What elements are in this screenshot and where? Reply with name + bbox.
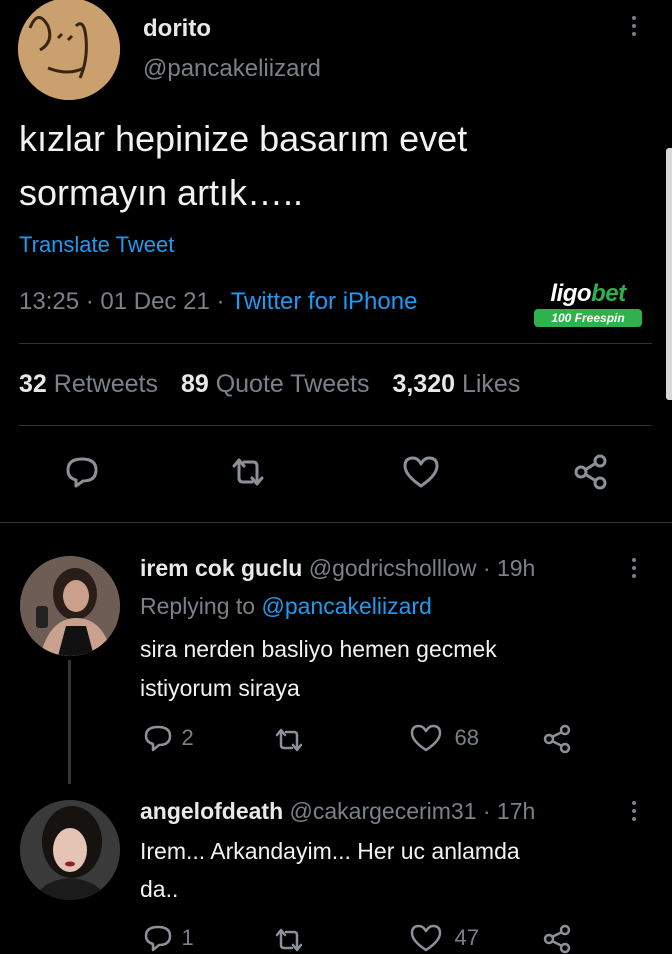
- retweet-icon[interactable]: [272, 726, 306, 754]
- watermark-brand-2: bet: [591, 280, 626, 307]
- divider-actions: [0, 522, 672, 523]
- reply-handle-time[interactable]: @cakargecerim31 · 17h: [290, 798, 536, 824]
- replying-to-handle[interactable]: @pancakeliizard: [261, 593, 431, 619]
- reply-display-name[interactable]: angelofdeath: [140, 798, 283, 824]
- scrollbar[interactable]: [666, 148, 672, 400]
- reply-display-name[interactable]: irem cok guclu: [140, 555, 302, 581]
- reply-header: irem cok guclu @godricsholllow · 19h: [140, 555, 535, 582]
- share-icon[interactable]: [573, 454, 609, 490]
- quotes-count: 89: [180, 370, 209, 398]
- like-icon[interactable]: [402, 455, 440, 489]
- quotes-label: Quote Tweets: [215, 370, 370, 398]
- tweet-stats: 32 Retweets 89 Quote Tweets 3,320 Likes: [19, 370, 520, 399]
- divider-stats: [19, 425, 652, 426]
- reply-icon[interactable]: [64, 455, 100, 489]
- reply-text-line-2: da..: [140, 876, 179, 902]
- reply-text-line-2: istiyorum siraya: [140, 675, 300, 701]
- reply-like-count: 68: [454, 725, 479, 750]
- share-icon[interactable]: [542, 924, 572, 954]
- reply-avatar[interactable]: [20, 800, 120, 900]
- reply-avatar-photo: [20, 800, 120, 900]
- more-icon[interactable]: [631, 558, 637, 582]
- translate-tweet-link[interactable]: Translate Tweet: [19, 232, 174, 258]
- reply-avatar-photo: [20, 556, 120, 656]
- replying-to: Replying to @pancakeliizard: [140, 593, 432, 620]
- share-icon[interactable]: [542, 724, 572, 754]
- tweet-text-line-1: kızlar hepinize basarım evet: [19, 118, 468, 159]
- reply-like-action[interactable]: 47: [410, 924, 479, 954]
- like-icon: [410, 724, 442, 752]
- reply-reply-count: 1: [181, 925, 194, 950]
- avatar-drawing: [18, 0, 120, 100]
- retweet-icon[interactable]: [228, 456, 268, 488]
- quotes-stat[interactable]: 89 Quote Tweets: [181, 370, 377, 398]
- retweets-count: 32: [19, 370, 47, 398]
- retweet-icon[interactable]: [272, 926, 306, 954]
- watermark-badge: 100 Freespin: [534, 309, 642, 327]
- retweets-stat[interactable]: 32 Retweets: [19, 370, 165, 398]
- reply-handle-time[interactable]: @godricsholllow · 19h: [309, 555, 536, 581]
- reply-like-count: 47: [454, 925, 479, 950]
- like-icon: [410, 924, 442, 952]
- reply-avatar[interactable]: [20, 556, 120, 656]
- ligobet-watermark: ligobet 100 Freespin: [534, 280, 642, 327]
- replying-to-label: Replying to: [140, 593, 256, 619]
- author-avatar[interactable]: [18, 0, 120, 100]
- tweet-meta: 13:25 · 01 Dec 21 · Twitter for iPhone: [19, 288, 417, 316]
- tweet-timestamp: 13:25 · 01 Dec 21 ·: [19, 288, 225, 315]
- tweet-text-line-2: sormayın artık…..: [19, 172, 304, 213]
- more-icon[interactable]: [631, 801, 637, 825]
- reply-text-line-1: Irem... Arkandayim... Her uc anlamda: [140, 838, 520, 864]
- divider-meta: [19, 343, 652, 344]
- reply-icon: [143, 924, 173, 952]
- reply-like-action[interactable]: 68: [410, 724, 479, 754]
- more-icon[interactable]: [631, 16, 637, 40]
- reply-reply-count: 2: [181, 725, 194, 750]
- reply-text-line-1: sira nerden basliyo hemen gecmek: [140, 636, 497, 662]
- watermark-brand-1: ligo: [550, 280, 592, 307]
- author-handle[interactable]: @pancakeliizard: [143, 55, 321, 83]
- author-display-name[interactable]: dorito: [143, 15, 211, 43]
- retweets-label: Retweets: [53, 370, 158, 398]
- reply-icon: [143, 724, 173, 752]
- likes-stat[interactable]: 3,320 Likes: [392, 370, 520, 398]
- reply-thread-line: [68, 660, 71, 784]
- tweet-source-link[interactable]: Twitter for iPhone: [231, 288, 418, 315]
- reply-reply-action[interactable]: 2: [143, 724, 194, 754]
- likes-count: 3,320: [392, 370, 456, 398]
- reply-header: angelofdeath @cakargecerim31 · 17h: [140, 798, 535, 825]
- likes-label: Likes: [461, 370, 521, 398]
- reply-reply-action[interactable]: 1: [143, 924, 194, 954]
